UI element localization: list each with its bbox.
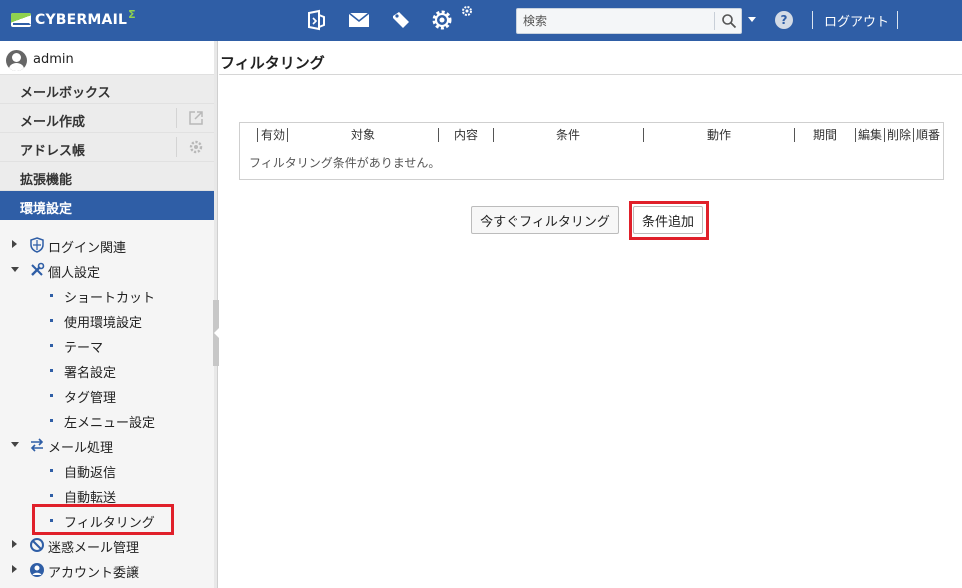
column-header-content[interactable]: 内容 [439,127,493,143]
mail-open-icon[interactable] [304,8,328,32]
bullet-icon [50,469,53,472]
column-header-edit[interactable]: 編集 [856,127,884,143]
search-button[interactable] [716,9,742,33]
search-icon [722,14,737,29]
column-header-period[interactable]: 期間 [795,127,855,143]
collapse-sidebar-handle-icon[interactable] [213,300,219,366]
address-book-settings-icon[interactable] [176,137,214,157]
tree-sublabel: 左メニュー設定 [64,416,156,431]
bullet-icon [50,394,53,397]
expand-arrow-icon[interactable] [12,565,17,573]
column-header-delete[interactable]: 削除 [885,127,913,143]
filter-table-header: 有効 対象 内容 条件 動作 期間 編集 削除 順番 [240,123,943,147]
nav-item-label: メール作成 [20,115,86,130]
tree-subitem-environment[interactable]: 使用環境設定 [0,309,214,334]
tree-label: 迷惑メール管理 [48,541,140,556]
expand-arrow-icon[interactable] [12,240,17,248]
collapse-arrow-icon[interactable] [11,267,19,272]
tree-sublabel: 自動返信 [64,466,117,481]
app-logo[interactable]: CYBERMAIL Σ [11,7,136,31]
column-header-action[interactable]: 動作 [644,127,794,143]
logo-mail-icon [11,13,31,27]
bullet-icon [50,344,53,347]
tree-item-login[interactable]: ログイン関連 [0,234,214,259]
tree-label: アカウント委譲 [48,566,140,581]
divider [897,11,898,29]
tree-sublabel: タグ管理 [64,391,117,406]
top-bar: CYBERMAIL Σ ? ログアウト [0,0,962,41]
tree-sublabel: ショートカット [64,291,156,306]
user-circle-icon [29,562,45,578]
logo-text: CYBERMAIL [35,12,128,28]
nav-item-label: メールボックス [20,86,111,101]
bullet-icon [50,369,53,372]
bullet-icon [50,319,53,322]
tree-label: 個人設定 [48,266,101,281]
tree-sublabel: 署名設定 [64,366,117,381]
nav-item-preferences[interactable]: 環境設定 [0,191,214,220]
nav-item-extensions[interactable]: 拡張機能 [0,162,214,191]
tree-item-spam[interactable]: 迷惑メール管理 [0,534,214,559]
highlight-filtering-menu [32,504,174,535]
transfer-arrows-icon [29,437,45,453]
logo-sigma: Σ [128,7,136,21]
tree-sublabel: 使用環境設定 [64,316,143,331]
gear-icon[interactable] [430,8,454,32]
tree-sublabel: テーマ [64,341,104,356]
avatar-icon [6,50,27,71]
tree-subitem-theme[interactable]: テーマ [0,334,214,359]
filter-now-button[interactable]: 今すぐフィルタリング [471,206,619,234]
tree-label: ログイン関連 [48,241,127,256]
tree-subitem-left-menu[interactable]: 左メニュー設定 [0,409,214,434]
search-input[interactable] [517,9,713,33]
search-options-caret-icon[interactable] [748,17,756,22]
highlight-add-condition [629,201,709,240]
tree-item-personal[interactable]: 個人設定 [0,259,214,284]
logout-link[interactable]: ログアウト [824,11,889,30]
search-box [516,8,742,34]
empty-message: フィルタリング条件がありません。 [249,156,441,170]
nav-item-compose[interactable]: メール作成 [0,104,214,133]
nav-item-address-book[interactable]: アドレス帳 [0,133,214,162]
column-header-condition[interactable]: 条件 [494,127,642,143]
small-gear-icon[interactable] [460,4,474,18]
nav-item-label: 拡張機能 [20,173,73,188]
nav-item-mailbox[interactable]: メールボックス [0,75,214,104]
bullet-icon [50,294,53,297]
bullet-icon [50,419,53,422]
column-header-order[interactable]: 順番 [914,127,942,143]
nav-item-label: 環境設定 [20,202,73,217]
tree-subitem-tags[interactable]: タグ管理 [0,384,214,409]
bullet-icon [50,494,53,497]
nav-item-label: アドレス帳 [20,144,86,159]
help-icon[interactable]: ? [775,11,793,29]
main-header: フィルタリング [219,41,962,75]
column-header-target[interactable]: 対象 [288,127,438,143]
block-icon [29,537,45,553]
filter-table: 有効 対象 内容 条件 動作 期間 編集 削除 順番 フィルタリング条件がありま… [239,122,944,180]
tree-subitem-auto-reply[interactable]: 自動返信 [0,459,214,484]
tree-subitem-shortcut[interactable]: ショートカット [0,284,214,309]
expand-arrow-icon[interactable] [12,540,17,548]
envelope-icon[interactable] [347,8,371,32]
user-row[interactable]: admin [0,41,214,75]
shield-icon [29,237,45,253]
page-title: フィルタリング [220,54,325,72]
tree-item-account-delegation[interactable]: アカウント委譲 [0,559,214,584]
column-header-enabled[interactable]: 有効 [259,127,287,143]
search-divider [714,12,715,30]
tree-label: メール処理 [48,441,114,456]
collapse-arrow-icon[interactable] [11,442,19,447]
main-nav: メールボックス メール作成 アドレス帳 拡張機能 環境設定 [0,75,214,220]
open-external-icon[interactable] [176,108,214,128]
tree-item-mail-processing[interactable]: メール処理 [0,434,214,459]
username: admin [33,52,74,67]
tree-subitem-signature[interactable]: 署名設定 [0,359,214,384]
column-divider [257,128,258,142]
tag-icon[interactable] [389,8,413,32]
tools-icon [29,262,45,278]
divider [812,11,813,29]
